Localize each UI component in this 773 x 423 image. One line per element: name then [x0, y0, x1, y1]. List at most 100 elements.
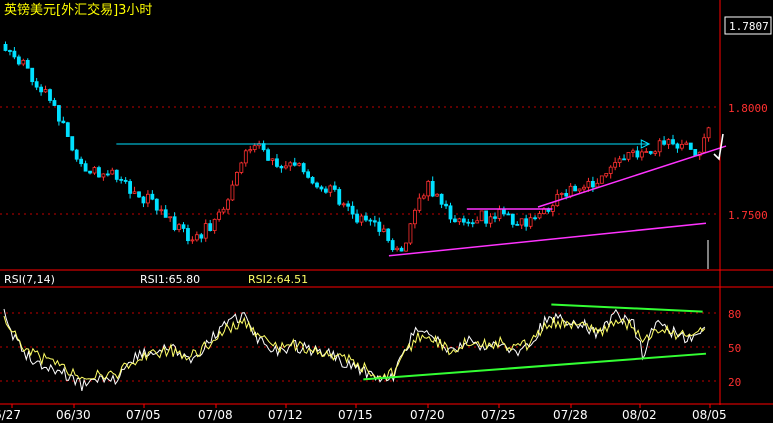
candle-body	[372, 220, 377, 223]
candle-body	[395, 247, 400, 251]
candle-body	[608, 166, 613, 174]
candle-body	[470, 222, 475, 225]
candle-body	[70, 136, 75, 151]
x-axis-label: 07/05	[126, 408, 161, 422]
candle-body	[559, 193, 564, 195]
candle-body	[591, 180, 595, 188]
candle-body	[123, 179, 128, 182]
candle-body	[190, 239, 195, 242]
candle-body	[702, 137, 707, 153]
candle-body	[16, 56, 21, 65]
candle-body	[239, 162, 244, 173]
candle-body	[417, 197, 422, 211]
candle-body	[368, 219, 373, 222]
candle-body	[283, 165, 288, 169]
candle-body	[644, 151, 649, 153]
last-bar-marker	[713, 133, 724, 161]
candle-body	[680, 144, 684, 149]
candle-body	[466, 221, 471, 224]
candle-body	[199, 234, 204, 239]
x-axis-label: 07/25	[481, 408, 516, 422]
candle-body	[684, 142, 689, 145]
candle-body	[626, 152, 631, 160]
x-axis-label: 07/15	[338, 408, 373, 422]
candle-body	[145, 193, 150, 204]
candle-body	[137, 191, 141, 198]
rsi1-value-label: RSI1:65.80	[140, 273, 200, 286]
candle-body	[635, 150, 640, 158]
candle-body	[479, 210, 484, 222]
candle-body	[248, 149, 253, 152]
candle-body	[48, 89, 52, 101]
candle-body	[381, 228, 386, 232]
candle-body	[208, 223, 213, 231]
candle-body	[288, 162, 293, 167]
candle-body	[582, 186, 586, 190]
candle-body	[706, 127, 711, 139]
candle-body	[537, 213, 542, 219]
candle-body	[230, 184, 235, 201]
candle-body	[332, 185, 337, 190]
candle-body	[132, 191, 137, 194]
candle-body	[412, 209, 417, 225]
candle-body	[65, 122, 70, 137]
candle-body	[484, 210, 489, 224]
x-axis-label: 07/08	[198, 408, 233, 422]
candle-body	[319, 186, 324, 190]
rsi2-line	[3, 315, 706, 381]
candle-body	[150, 193, 155, 200]
candle-body	[631, 150, 635, 153]
candle-body	[52, 100, 57, 106]
candle-body	[12, 50, 17, 58]
x-axis-label: 07/28	[553, 408, 588, 422]
candle-body	[506, 213, 511, 216]
candle-body	[30, 67, 35, 83]
rsi-indicator-label: RSI(7,14)	[4, 273, 55, 286]
candle-body	[3, 43, 8, 51]
candle-body	[221, 208, 226, 213]
candle-body	[577, 188, 582, 192]
price-grid	[0, 106, 720, 215]
candle-body	[573, 185, 577, 192]
candle-body	[194, 234, 199, 241]
candle-body	[622, 158, 626, 161]
candle-body	[186, 228, 190, 242]
candle-body	[666, 139, 671, 145]
candle-body	[141, 196, 146, 204]
rsi-tick-50: 50	[728, 342, 741, 355]
candle-body	[159, 209, 164, 212]
x-axis-label: 07/12	[268, 408, 303, 422]
candle-body	[528, 217, 533, 227]
candle-body	[377, 221, 382, 232]
candle-body	[25, 59, 30, 69]
x-axis-label: 08/05	[692, 408, 727, 422]
rsi-lines	[3, 308, 706, 391]
candle-body	[671, 139, 675, 145]
candle-body	[453, 218, 457, 223]
support-trendline-lower	[388, 222, 707, 257]
candle-body	[435, 193, 440, 197]
rsi-tick-80: 80	[728, 308, 741, 321]
candle-body	[444, 203, 448, 207]
candle-body	[177, 224, 181, 231]
candle-body	[226, 199, 230, 210]
candle-body	[461, 218, 466, 223]
candle-body	[181, 224, 186, 229]
candle-body	[595, 182, 600, 188]
candle-body	[404, 242, 408, 252]
candle-body	[524, 218, 529, 227]
candle-body	[457, 218, 462, 223]
candle-body	[212, 218, 217, 231]
candle-body	[426, 181, 431, 197]
candle-body	[301, 163, 306, 173]
candle-body	[110, 169, 115, 175]
candle-body	[203, 223, 208, 239]
candle-body	[662, 140, 666, 145]
candle-body	[657, 140, 662, 153]
candle-body	[88, 170, 92, 174]
candle-body	[515, 223, 520, 226]
price-axis: 1.7807 1.8000 1.7500	[724, 16, 772, 222]
candle-body	[74, 149, 79, 160]
candle-body	[34, 81, 39, 88]
rsi-tick-20: 20	[728, 376, 741, 389]
